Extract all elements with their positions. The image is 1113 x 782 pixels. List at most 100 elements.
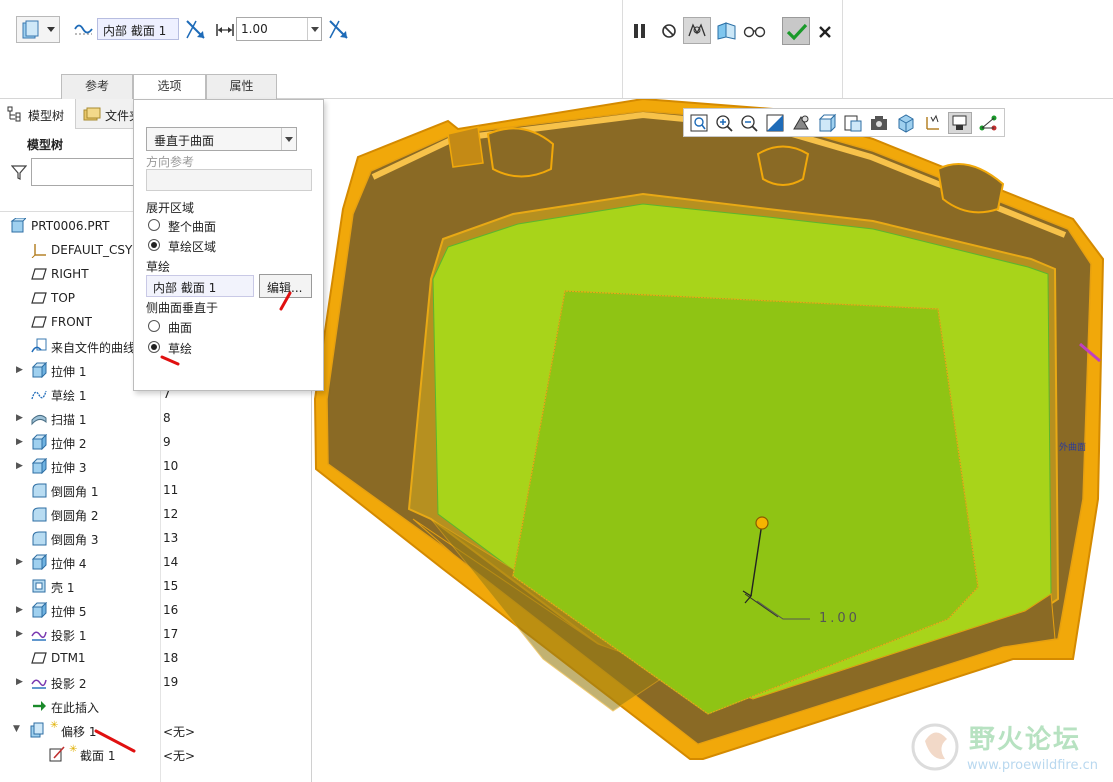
- tree-row[interactable]: 倒圆角 1 11: [0, 479, 310, 503]
- tab-properties[interactable]: 属性: [206, 74, 277, 99]
- tree-item-label: DTM1: [51, 651, 86, 665]
- tree-row-offset[interactable]: ▼ ✳ 偏移 1 <无>: [0, 719, 310, 743]
- tree-row[interactable]: ▶ 拉伸 5 16: [0, 599, 310, 623]
- flip-offset-icon[interactable]: [327, 18, 351, 42]
- tree-item-label: TOP: [51, 291, 76, 305]
- tree-item-column-value: 18: [163, 651, 179, 665]
- annotation-stroke: [160, 355, 180, 366]
- tree-item-label: 拉伸 5: [51, 605, 87, 619]
- tree-row[interactable]: ▶ 投影 1 17: [0, 623, 310, 647]
- tree-item-label: 草绘 1: [51, 389, 87, 403]
- zoom-out-icon[interactable]: [739, 113, 759, 133]
- tree-row[interactable]: ▶ 拉伸 2 9: [0, 431, 310, 455]
- tab-folder-browser[interactable]: 文件夹: [78, 99, 136, 129]
- expand-arrow-icon[interactable]: ▶: [16, 413, 23, 423]
- radio-normal-to-surface[interactable]: [148, 320, 160, 332]
- tree-search-input[interactable]: [31, 158, 136, 186]
- pause-icon[interactable]: [633, 23, 647, 39]
- direction-ref-field[interactable]: [146, 169, 312, 191]
- tree-row[interactable]: 倒圆角 3 13: [0, 527, 310, 551]
- chevron-down-icon: [285, 137, 293, 142]
- verify-icon[interactable]: [716, 21, 738, 41]
- graphics-viewport[interactable]: 1.00 外曲面 野火论坛 www.proewildfire.cn: [313, 99, 1113, 782]
- watermark-logo: [911, 723, 959, 771]
- offset-icon: [30, 722, 44, 738]
- datum-plane-icon: [31, 292, 47, 304]
- watermark-url: www.proewildfire.cn: [967, 758, 1098, 773]
- tab-model-tree[interactable]: 模型树: [0, 99, 76, 129]
- dashboard-separator: [622, 0, 623, 98]
- direction-select-value: 垂直于曲面: [154, 134, 215, 148]
- ok-button[interactable]: [782, 17, 810, 45]
- extrude-icon: [31, 434, 47, 450]
- folder-icon: [83, 107, 101, 121]
- checkmark-icon: [786, 23, 808, 41]
- tree-item-label: 拉伸 2: [51, 437, 87, 451]
- expand-arrow-icon[interactable]: ▶: [16, 437, 23, 447]
- section-field[interactable]: 内部 截面 1: [97, 18, 179, 40]
- expand-arrow-icon[interactable]: ▶: [16, 629, 23, 639]
- annotation-stroke: [279, 291, 292, 311]
- model-3d-view: [313, 99, 1105, 760]
- expand-arrow-icon[interactable]: ▶: [16, 461, 23, 471]
- repaint-icon[interactable]: [765, 113, 785, 133]
- shading-icon[interactable]: [817, 113, 837, 133]
- tab-references[interactable]: 参考: [61, 74, 133, 99]
- section-sketch-icon: [49, 746, 65, 762]
- tree-row-insert-here[interactable]: 在此插入: [0, 695, 310, 719]
- display-style-icon[interactable]: [791, 113, 811, 133]
- spin-center-icon[interactable]: [978, 113, 998, 133]
- zoom-in-icon[interactable]: [714, 113, 734, 133]
- offset-distance-dropdown[interactable]: [307, 18, 321, 40]
- sketch-wave-icon[interactable]: [73, 19, 95, 39]
- tree-row-section[interactable]: ✳ 截面 1 <无>: [0, 743, 310, 767]
- tree-item-column-value: 11: [163, 483, 179, 497]
- glasses-icon[interactable]: [743, 22, 767, 40]
- refit-icon[interactable]: [689, 113, 709, 133]
- flip-direction-icon[interactable]: [184, 18, 208, 42]
- project-icon: [31, 631, 47, 641]
- tree-row[interactable]: DTM1 18: [0, 647, 310, 671]
- expand-arrow-icon[interactable]: ▶: [16, 557, 23, 567]
- radio-whole-surface[interactable]: [148, 219, 160, 231]
- perspective-icon[interactable]: [896, 113, 916, 133]
- saved-views-icon[interactable]: [843, 113, 863, 133]
- tree-row[interactable]: ▶ 扫描 1 8: [0, 407, 310, 431]
- tree-row[interactable]: ▶ 投影 2 19: [0, 671, 310, 695]
- tree-row[interactable]: ▶ 拉伸 3 10: [0, 455, 310, 479]
- direction-dropdown-button[interactable]: [281, 128, 296, 150]
- offset-type-button[interactable]: [16, 16, 60, 43]
- tree-item-column-value: 13: [163, 531, 179, 545]
- expand-arrow-icon[interactable]: ▶: [16, 605, 23, 615]
- sketch-label: 草绘: [146, 260, 171, 274]
- tab-options[interactable]: 选项: [133, 74, 206, 100]
- tree-item-column-value: 12: [163, 507, 179, 521]
- round-icon: [32, 507, 47, 522]
- radio-sketch-area[interactable]: [148, 239, 160, 251]
- tree-item-column-value: 10: [163, 459, 179, 473]
- expand-arrow-icon[interactable]: ▶: [16, 365, 23, 375]
- part-icon: [10, 218, 26, 233]
- tree-row[interactable]: 倒圆角 2 12: [0, 503, 310, 527]
- filter-icon[interactable]: [11, 164, 27, 180]
- camera-icon[interactable]: [869, 113, 889, 133]
- tree-item-label: 拉伸 3: [51, 461, 87, 475]
- offset-dimension-label[interactable]: 1.00: [819, 611, 860, 626]
- direction-select[interactable]: 垂直于曲面: [146, 127, 297, 151]
- sketch-field[interactable]: 内部 截面 1: [146, 275, 254, 297]
- no-preview-icon[interactable]: [661, 23, 677, 39]
- feature-dashboard: 内部 截面 1 1.00 参考 选项 属性: [0, 0, 1113, 100]
- curve-from-file-icon: [31, 338, 47, 353]
- datum-display-icon[interactable]: [923, 113, 943, 133]
- expand-arrow-icon[interactable]: ▶: [16, 677, 23, 687]
- new-feature-star-icon: ✳: [69, 744, 78, 755]
- close-icon[interactable]: [818, 25, 832, 39]
- tree-item-label: FRONT: [51, 315, 92, 329]
- collapse-arrow-icon[interactable]: ▼: [13, 724, 20, 734]
- tree-item-label: 来自文件的曲线: [51, 341, 136, 355]
- tree-row[interactable]: ▶ 拉伸 4 14: [0, 551, 310, 575]
- annotation-display-toggle[interactable]: [948, 112, 972, 134]
- tree-row[interactable]: 壳 1 15: [0, 575, 310, 599]
- preview-toggle-button[interactable]: [683, 17, 711, 44]
- offset-distance-input[interactable]: 1.00: [236, 17, 322, 41]
